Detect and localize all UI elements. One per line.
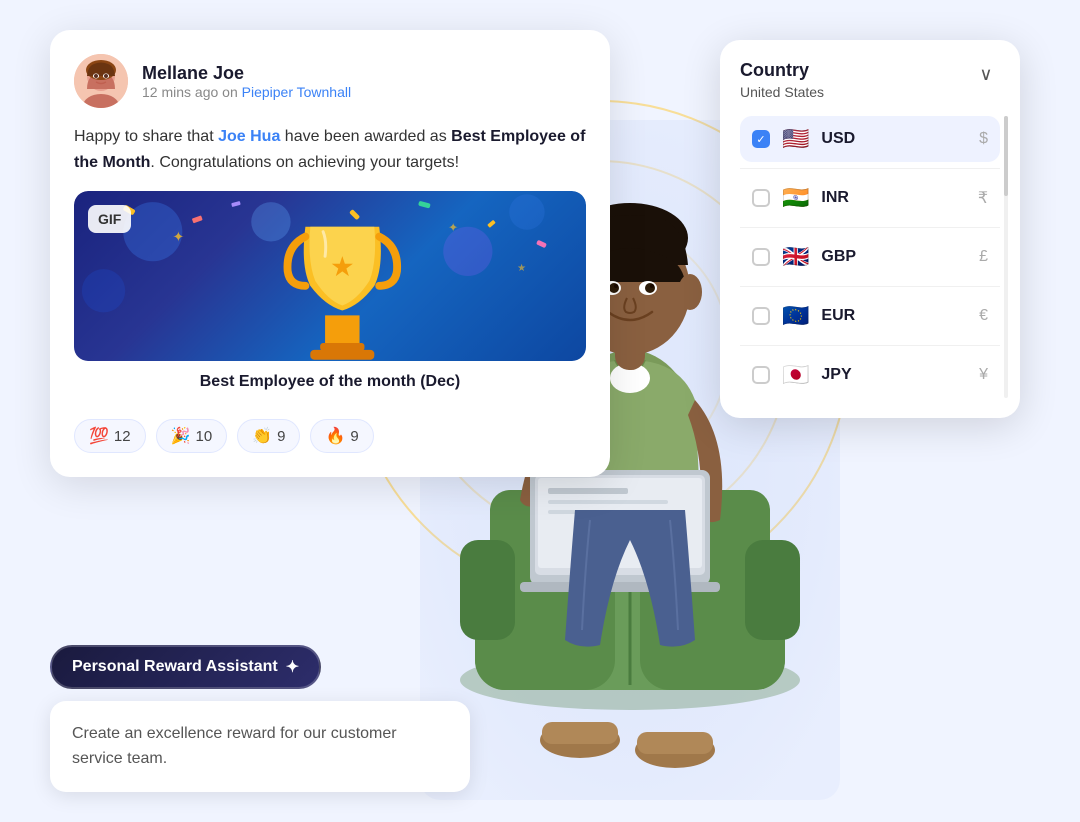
reaction-pill[interactable]: 💯 12 [74,419,146,453]
reaction-pill[interactable]: 🔥9 [310,419,373,453]
post-header: Mellane Joe 12 mins ago on Piepiper Town… [74,54,586,108]
gif-badge: GIF [88,205,131,233]
currency-label: Country [740,60,824,81]
currency-checkbox [752,366,770,384]
ai-assistant-badge[interactable]: Personal Reward Assistant ✦ [50,645,321,689]
svg-text:★: ★ [330,251,355,282]
currency-value: United States [740,84,824,100]
reaction-pill[interactable]: 🎉 10 [156,419,228,453]
body-text-3: . Congratulations on achieving your targ… [150,154,459,171]
currency-code: USD [821,130,967,148]
currency-symbol: $ [979,130,988,148]
currency-item[interactable]: 🇮🇳 INR ₹ [740,175,1000,221]
currency-checkbox [752,189,770,207]
flag-icon: 🇪🇺 [782,303,809,329]
body-highlight: Joe Hua [218,128,280,145]
currency-code: EUR [821,307,967,325]
currency-item[interactable]: 🇪🇺 EUR € [740,293,1000,339]
currency-checkbox: ✓ [752,130,770,148]
reaction-count: 9 [350,428,358,445]
currency-symbol: € [979,307,988,325]
svg-text:✦: ✦ [448,221,458,235]
reaction-count: 9 [277,428,285,445]
currency-code: INR [821,189,965,207]
flag-icon: 🇮🇳 [782,185,809,211]
flag-icon: 🇯🇵 [782,362,809,388]
time-text: 12 mins ago on [142,84,238,100]
currency-divider [740,168,1000,169]
currency-code: JPY [821,366,967,384]
post-author: Mellane Joe [142,63,351,84]
ai-message-box: Create an excellence reward for our cust… [50,701,470,792]
currency-header: Country United States ∨ [740,60,1000,100]
currency-divider [740,227,1000,228]
currency-item[interactable]: 🇯🇵 JPY ¥ [740,352,1000,398]
ai-assistant-card: Personal Reward Assistant ✦ Create an ex… [50,645,470,792]
avatar [74,54,128,108]
post-caption: Best Employee of the month (Dec) [74,361,586,403]
gif-label: GIF [98,211,121,227]
ai-message-text: Create an excellence reward for our cust… [72,721,448,772]
ai-stars-icon: ✦ [286,657,299,677]
currency-code: GBP [821,248,967,266]
chevron-down-icon[interactable]: ∨ [972,60,1000,88]
currency-card[interactable]: Country United States ∨ ✓ 🇺🇸 USD $ 🇮🇳 INR ₹ 🇬🇧 G… [720,40,1020,418]
ai-badge-label: Personal Reward Assistant [72,658,278,676]
social-post-card: Mellane Joe 12 mins ago on Piepiper Town… [50,30,610,477]
reaction-emoji: 💯 [89,426,109,446]
reaction-count: 12 [114,428,131,445]
currency-symbol: ¥ [979,366,988,384]
reaction-emoji: 🎉 [171,426,191,446]
reaction-count: 10 [196,428,213,445]
reaction-emoji: 👏 [252,426,272,446]
currency-list-container: ✓ 🇺🇸 USD $ 🇮🇳 INR ₹ 🇬🇧 GBP £ 🇪🇺 EUR € 🇯🇵 JPY ¥ [740,116,1000,398]
flag-icon: 🇬🇧 [782,244,809,270]
body-text-1: Happy to share that [74,128,218,145]
currency-symbol: ₹ [978,188,988,208]
flag-icon: 🇺🇸 [782,126,809,152]
post-image: GIF [74,191,586,361]
currency-divider [740,345,1000,346]
post-time: 12 mins ago on Piepiper Townhall [142,84,351,100]
reaction-emoji: 🔥 [325,426,345,446]
caption-text: Best Employee of the month (Dec) [200,373,460,390]
currency-symbol: £ [979,248,988,266]
currency-item[interactable]: ✓ 🇺🇸 USD $ [740,116,1000,162]
currency-list: ✓ 🇺🇸 USD $ 🇮🇳 INR ₹ 🇬🇧 GBP £ 🇪🇺 EUR € 🇯🇵 JPY ¥ [740,116,1000,398]
scrollbar-thumb [1004,116,1008,196]
currency-label-group: Country United States [740,60,824,100]
confetti-area: ✦ ✦ ★ [74,191,586,361]
currency-item[interactable]: 🇬🇧 GBP £ [740,234,1000,280]
body-text-2: have been awarded as [280,128,451,145]
svg-text:✦: ✦ [172,230,184,245]
reaction-pill[interactable]: 👏9 [237,419,300,453]
currency-divider [740,286,1000,287]
platform-link[interactable]: Piepiper Townhall [242,84,351,100]
currency-checkbox [752,248,770,266]
reactions-row: 💯12🎉10👏9🔥9 [74,419,586,453]
post-body: Happy to share that Joe Hua have been aw… [74,124,586,175]
post-meta: Mellane Joe 12 mins ago on Piepiper Town… [142,63,351,100]
post-image-wrapper: GIF [74,191,586,403]
scrollbar [1004,116,1008,398]
svg-text:★: ★ [517,263,526,274]
currency-checkbox [752,307,770,325]
